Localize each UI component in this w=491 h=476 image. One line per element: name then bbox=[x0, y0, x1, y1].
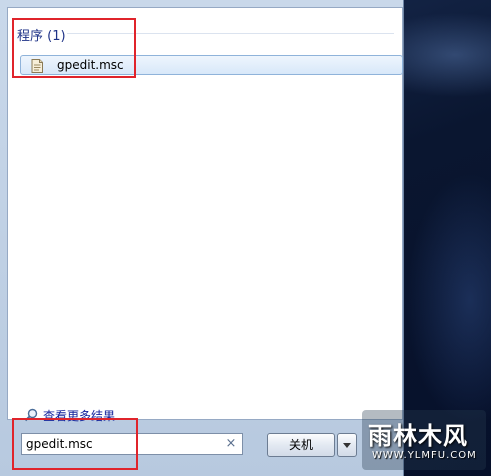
shutdown-button[interactable]: 关机 bbox=[267, 433, 335, 457]
highlight-box-search bbox=[12, 418, 138, 470]
highlight-box-result bbox=[12, 18, 136, 78]
shutdown-options-button[interactable] bbox=[337, 433, 357, 457]
clear-search-icon[interactable]: × bbox=[224, 435, 238, 453]
watermark-logo: 雨林木风 WWW.YLMFU.COM bbox=[362, 410, 486, 470]
chevron-down-icon bbox=[343, 443, 351, 448]
watermark-main-text: 雨林木风 bbox=[368, 422, 468, 450]
watermark-url-text: WWW.YLMFU.COM bbox=[372, 450, 477, 461]
